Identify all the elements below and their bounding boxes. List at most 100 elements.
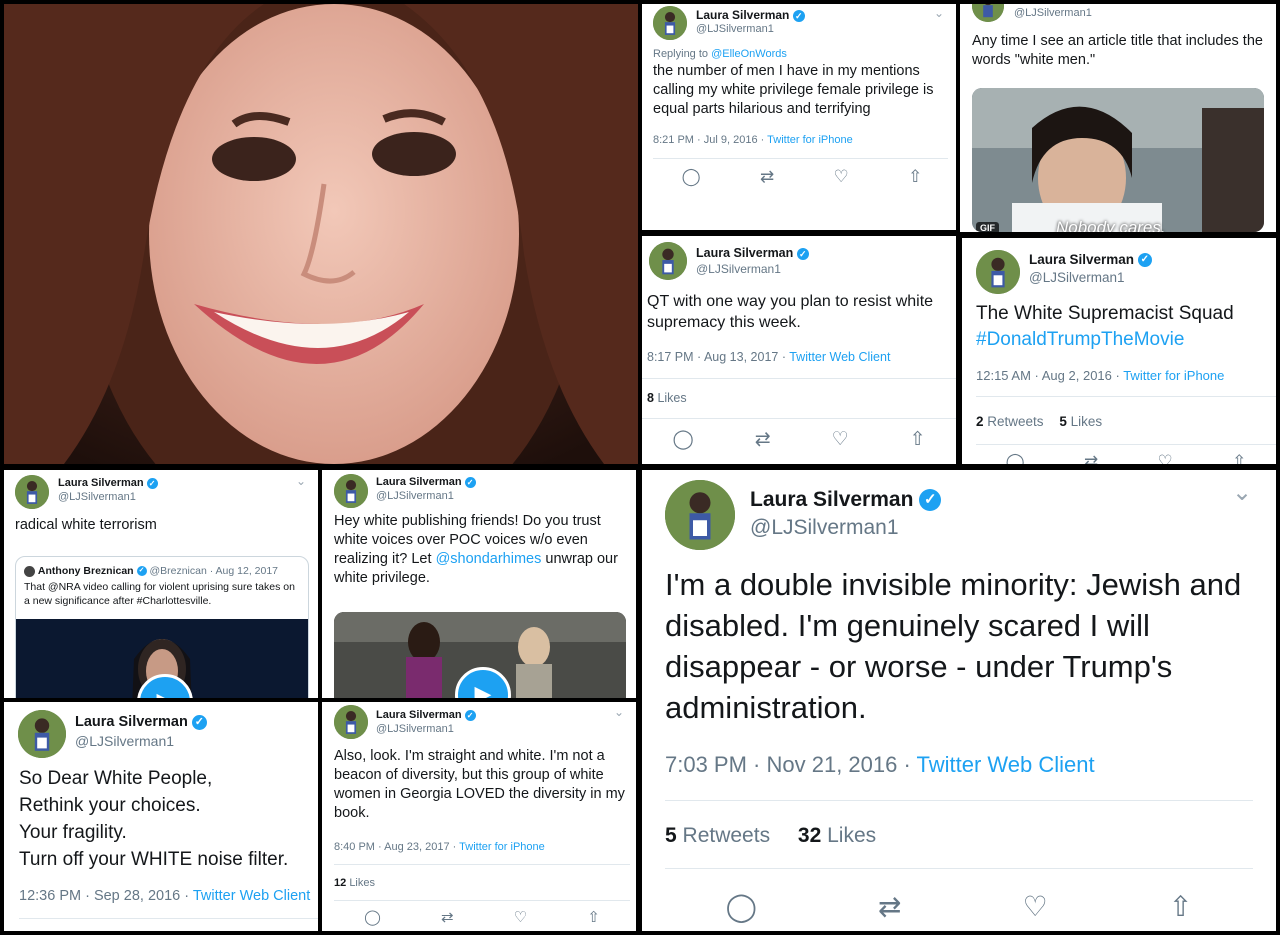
author-handle[interactable]: @LJSilverman1: [58, 491, 136, 503]
author-handle[interactable]: @LJSilverman1: [1029, 270, 1125, 285]
author-handle[interactable]: @LJSilverman1: [696, 262, 781, 276]
quoted-author-handle: @Breznican · Aug 12, 2017: [149, 565, 279, 577]
quoted-video[interactable]: ▶: [16, 619, 308, 698]
tweet-source[interactable]: Twitter for iPhone: [767, 134, 853, 146]
likes-count[interactable]: 12: [334, 877, 346, 889]
avatar[interactable]: [15, 475, 49, 509]
video-media[interactable]: ▶: [334, 612, 626, 698]
divider: [976, 444, 1276, 445]
tweet-source[interactable]: Twitter Web Client: [789, 350, 890, 364]
tweet-timestamp[interactable]: 12:36 PM · Sep 28, 2016 ·: [19, 888, 193, 904]
reply-icon[interactable]: ◯: [672, 428, 693, 451]
tweet-timestamp[interactable]: 7:03 PM · Nov 21, 2016 ·: [665, 752, 917, 777]
tweet-timestamp[interactable]: 12:15 AM · Aug 2, 2016 ·: [976, 368, 1123, 383]
avatar[interactable]: [972, 4, 1004, 22]
heart-icon[interactable]: ♡: [1023, 890, 1048, 923]
tweet-card-1: Laura Silverman ✓ @LJSilverman1 ⌄ Replyi…: [642, 4, 956, 230]
profile-photo: [4, 4, 638, 464]
reply-icon[interactable]: ◯: [726, 890, 757, 923]
author-handle[interactable]: @LJSilverman1: [75, 733, 174, 749]
share-icon[interactable]: ⇧: [910, 428, 926, 451]
likes-count[interactable]: 8: [647, 391, 654, 405]
avatar[interactable]: [665, 480, 735, 550]
mention-link[interactable]: @shondarhimes: [436, 551, 542, 567]
divider: [653, 158, 948, 159]
verified-icon: ✓: [136, 566, 147, 577]
quoted-tweet[interactable]: Anthony Breznican ✓ @Breznican · Aug 12,…: [15, 556, 309, 698]
author-name[interactable]: Laura Silverman: [376, 476, 462, 488]
divider: [334, 864, 630, 865]
likes-count[interactable]: 32: [798, 824, 821, 847]
tweet-text: Any time I see an article title that inc…: [972, 33, 1263, 68]
tweet-timestamp[interactable]: 8:40 PM · Aug 23, 2017 ·: [334, 841, 459, 853]
tweet-source[interactable]: Twitter Web Client: [917, 752, 1095, 777]
tweet-text: So Dear White People, Rethink your choic…: [19, 765, 315, 873]
likes-label[interactable]: Likes: [349, 877, 375, 889]
author-name[interactable]: Laura Silverman: [1029, 252, 1134, 267]
tweet-source[interactable]: Twitter for iPhone: [1123, 368, 1224, 383]
chevron-down-icon[interactable]: ⌄: [614, 705, 624, 719]
likes-count[interactable]: 5: [1059, 414, 1067, 429]
author-name[interactable]: Laura Silverman: [75, 714, 188, 730]
tweet-source[interactable]: Twitter Web Client: [193, 888, 310, 904]
retweet-icon[interactable]: ⇄: [1084, 452, 1098, 464]
author-handle[interactable]: @LJSilverman1: [696, 23, 774, 35]
portrait-image: [4, 4, 638, 464]
avatar[interactable]: [976, 250, 1020, 294]
reply-icon[interactable]: ◯: [364, 908, 381, 926]
author-handle[interactable]: @LJSilverman1: [1014, 7, 1092, 19]
retweets-label[interactable]: Retweets: [683, 824, 771, 847]
avatar[interactable]: [649, 242, 687, 280]
share-icon[interactable]: ⇧: [1169, 890, 1192, 923]
tweet-text: Also, look. I'm straight and white. I'm …: [334, 748, 625, 821]
avatar[interactable]: [334, 474, 368, 508]
divider: [334, 900, 630, 901]
heart-icon[interactable]: ♡: [834, 167, 849, 187]
tweet-text: the number of men I have in my mentions …: [653, 63, 934, 117]
share-icon[interactable]: ⇧: [908, 167, 922, 187]
author-handle[interactable]: @LJSilverman1: [376, 723, 454, 735]
author-name[interactable]: Laura Silverman: [750, 488, 913, 511]
avatar[interactable]: [653, 6, 687, 40]
tweet-text: I'm a double invisible minority: Jewish …: [665, 567, 1242, 725]
retweet-icon[interactable]: ⇄: [878, 890, 901, 923]
tweet-source[interactable]: Twitter for iPhone: [459, 841, 545, 853]
tweet-card-3: Laura Silverman ✓ @LJSilverman1 QT with …: [642, 236, 956, 464]
action-bar: ◯ ⇄ ♡ ⇧: [642, 428, 956, 451]
reply-icon[interactable]: ◯: [682, 167, 701, 187]
tweet-timestamp[interactable]: 8:17 PM · Aug 13, 2017 ·: [647, 350, 789, 364]
retweet-icon[interactable]: ⇄: [760, 167, 774, 187]
chevron-down-icon[interactable]: ⌄: [296, 474, 306, 488]
tweet-timestamp[interactable]: 8:21 PM · Jul 9, 2016 ·: [653, 134, 767, 146]
likes-label[interactable]: Likes: [1071, 414, 1103, 429]
author-handle[interactable]: @LJSilverman1: [750, 516, 899, 540]
replying-to-link[interactable]: @ElleOnWords: [711, 48, 787, 60]
avatar[interactable]: [18, 710, 66, 758]
action-bar: ◯ ⇄ ♡ ⇧: [652, 167, 952, 187]
retweet-icon[interactable]: ⇄: [755, 428, 771, 451]
retweet-icon[interactable]: ⇄: [441, 908, 454, 926]
likes-label[interactable]: Likes: [657, 391, 686, 405]
chevron-down-icon[interactable]: ⌄: [934, 6, 944, 20]
share-icon[interactable]: ⇧: [587, 908, 600, 926]
heart-icon[interactable]: ♡: [1158, 452, 1173, 464]
author-handle[interactable]: @LJSilverman1: [376, 490, 454, 502]
gif-media[interactable]: GIF Nobody cares.: [972, 88, 1264, 232]
heart-icon[interactable]: ♡: [832, 428, 849, 451]
reply-icon[interactable]: ◯: [1006, 452, 1025, 464]
heart-icon[interactable]: ♡: [514, 908, 527, 926]
author-name[interactable]: Laura Silverman: [376, 709, 462, 721]
retweets-label[interactable]: Retweets: [987, 414, 1043, 429]
quoted-text: That @NRA video calling for violent upri…: [24, 581, 295, 607]
action-bar: ◯ ⇄ ♡ ⇧: [976, 452, 1276, 464]
chevron-down-icon[interactable]: ⌄: [1232, 478, 1252, 507]
author-name[interactable]: Laura Silverman: [696, 246, 793, 260]
author-name[interactable]: Laura Silverman: [58, 477, 144, 489]
author-name[interactable]: Laura Silverman: [696, 8, 789, 22]
retweets-count[interactable]: 2: [976, 414, 984, 429]
share-icon[interactable]: ⇧: [1232, 452, 1246, 464]
retweets-count[interactable]: 5: [665, 824, 677, 847]
likes-label[interactable]: Likes: [827, 824, 876, 847]
avatar[interactable]: [334, 705, 368, 739]
hashtag-link[interactable]: #DonaldTrumpTheMovie: [976, 328, 1272, 353]
